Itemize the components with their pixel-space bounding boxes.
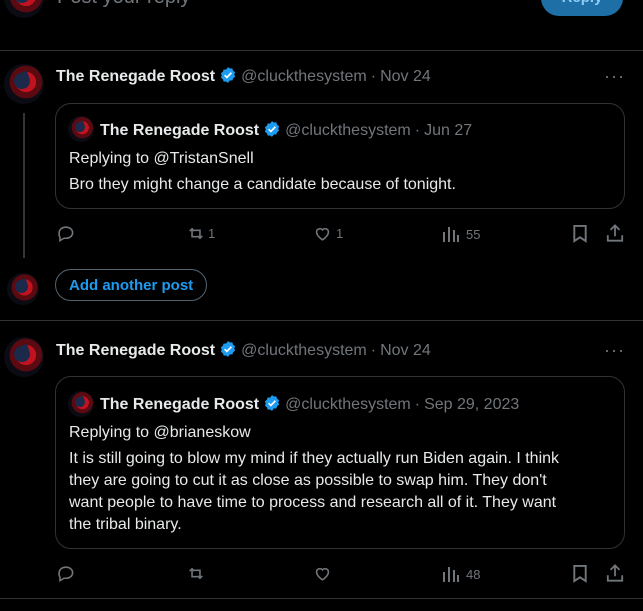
add-another-post-button[interactable]: Add another post: [55, 269, 208, 301]
divider: [0, 598, 643, 599]
replying-to-user: @brianeskow: [153, 424, 251, 441]
repost-icon: [189, 567, 203, 580]
replying-to: Replying to @TristanSnell: [69, 148, 254, 170]
like-count: 1: [336, 226, 344, 241]
verified-badge-icon: [263, 120, 281, 143]
more-options-icon[interactable]: ···: [604, 66, 625, 87]
quote-date: Sep 29, 2023: [424, 396, 520, 413]
bookmark-icon: [573, 224, 587, 243]
repost-action[interactable]: [186, 564, 208, 583]
bookmark-action[interactable]: [572, 224, 588, 243]
author-handle[interactable]: @cluckthesystem: [241, 342, 367, 359]
views-count: 48: [466, 566, 481, 582]
bookmark-action[interactable]: [572, 564, 588, 583]
quote-text: It is still going to blow my mind if the…: [69, 448, 617, 536]
quote-date: Jun 27: [424, 122, 473, 139]
repost-icon: [189, 227, 203, 240]
composer-input[interactable]: Post your reply: [57, 0, 190, 9]
quote-avatar: [68, 116, 94, 142]
post-avatar[interactable]: [4, 337, 44, 377]
author-name[interactable]: The Renegade Roost: [56, 68, 215, 85]
share-icon: [606, 224, 624, 242]
quote-header: The Renegade Roost @cluckthesystem · Jun 27: [100, 120, 472, 143]
repost-action[interactable]: 1: [186, 224, 215, 243]
quote-author-name: The Renegade Roost: [100, 396, 260, 413]
share-icon: [606, 564, 624, 582]
post-avatar[interactable]: [4, 64, 44, 104]
replying-to-label: Replying to: [69, 424, 154, 441]
reply-button[interactable]: Reply: [541, 0, 623, 16]
views-count: 55: [466, 226, 481, 242]
composer-avatar: [4, 0, 44, 18]
divider: [0, 320, 643, 321]
thread-avatar: [7, 273, 39, 305]
heart-icon: [315, 567, 330, 581]
quote-header: The Renegade Roost @cluckthesystem · Sep 29…: [100, 394, 519, 417]
views-icon: [443, 567, 459, 582]
like-action[interactable]: 1: [313, 224, 343, 243]
quote-text-line: the tribal binary.: [69, 516, 182, 533]
heart-icon: [315, 227, 330, 241]
reply-action[interactable]: [56, 224, 75, 243]
quote-text-line: It is still going to blow my mind if the…: [69, 450, 560, 467]
post-date[interactable]: Nov 24: [380, 68, 431, 85]
share-action[interactable]: [606, 564, 624, 583]
views-icon: [443, 227, 459, 242]
quote-author-name: The Renegade Roost: [100, 122, 260, 139]
verified-badge-icon: [219, 340, 237, 363]
verified-badge-icon: [263, 394, 281, 417]
verified-badge-icon: [219, 66, 237, 89]
quoted-post[interactable]: The Renegade Roost @cluckthesystem · Jun 27…: [55, 103, 625, 209]
views-action[interactable]: 48: [442, 566, 480, 582]
quote-author-handle: @cluckthesystem: [285, 122, 411, 139]
quote-avatar: [68, 391, 94, 417]
author-name[interactable]: The Renegade Roost: [56, 342, 215, 359]
separator: ·: [414, 122, 421, 139]
reply-icon: [58, 226, 74, 243]
post-header: The Renegade Roost @cluckthesystem · Nov 24: [56, 66, 431, 89]
views-action[interactable]: 55: [442, 226, 480, 242]
quote-text-line: want people to have time to process and …: [69, 494, 557, 511]
separator: ·: [414, 396, 421, 413]
separator: ·: [370, 68, 377, 85]
separator: ·: [370, 342, 377, 359]
replying-to-label: Replying to: [69, 150, 154, 167]
quote-text-line: they are going to cut it as close as pos…: [69, 472, 547, 489]
reply-icon: [58, 566, 74, 583]
post-date[interactable]: Nov 24: [380, 342, 431, 359]
quoted-post[interactable]: The Renegade Roost @cluckthesystem · Sep 29…: [55, 376, 625, 549]
replying-to: Replying to @brianeskow: [69, 422, 251, 444]
divider: [0, 50, 643, 51]
reply-action[interactable]: [56, 564, 75, 583]
quote-text: Bro they might change a candidate becaus…: [69, 176, 456, 193]
quote-author-handle: @cluckthesystem: [285, 396, 411, 413]
like-action[interactable]: [313, 564, 336, 583]
thread-line: [23, 113, 25, 258]
share-action[interactable]: [606, 224, 624, 243]
post-header: The Renegade Roost @cluckthesystem · Nov 24: [56, 340, 431, 363]
bookmark-icon: [573, 564, 587, 583]
author-handle[interactable]: @cluckthesystem: [241, 68, 367, 85]
more-options-icon[interactable]: ···: [604, 340, 625, 361]
replying-to-user: @TristanSnell: [153, 150, 254, 167]
repost-count: 1: [208, 226, 216, 241]
